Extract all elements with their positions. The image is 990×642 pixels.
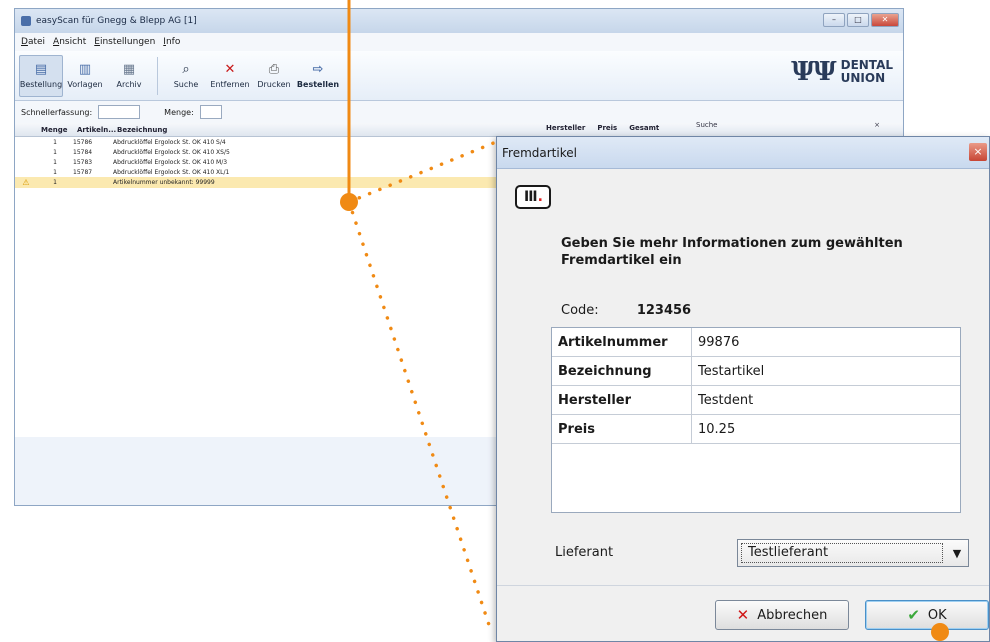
code-label: Code:	[561, 303, 599, 318]
col-preis[interactable]: Preis	[597, 124, 617, 132]
code-line: Code: 123456	[561, 303, 691, 318]
menu-einstellungen[interactable]: Einstellungen	[94, 37, 155, 47]
vorlagen-label: Vorlagen	[67, 79, 103, 89]
row-article: 15787	[73, 168, 93, 176]
row-qty: 1	[53, 148, 57, 156]
preis-field[interactable]: 10.25	[692, 415, 960, 443]
dialog-heading: Geben Sie mehr Informationen zum gewählt…	[561, 236, 903, 268]
field-row: Bezeichnung Testartikel	[552, 357, 960, 386]
suche-button[interactable]: ⌕ Suche	[164, 55, 208, 97]
field-row: Hersteller Testdent	[552, 386, 960, 415]
menu-bar: Datei Ansicht Einstellungen Info	[15, 33, 903, 51]
check-icon: ✔	[907, 606, 920, 624]
order-icon: ▤	[34, 61, 48, 77]
dental-union-logo: ΨΨ DENTAL UNION	[791, 57, 893, 87]
row-article: 15784	[73, 148, 93, 156]
warning-icon: ⚠	[22, 178, 30, 187]
field-row: Preis 10.25	[552, 415, 960, 444]
field-label: Bezeichnung	[552, 357, 692, 385]
lieferant-label: Lieferant	[555, 545, 614, 560]
field-label: Preis	[552, 415, 692, 443]
search-panel-label: Suche	[696, 121, 718, 129]
entfernen-button[interactable]: ✕ Entfernen	[208, 55, 252, 97]
entfernen-label: Entfernen	[210, 79, 250, 89]
search-panel-tab[interactable]: Suche ×	[690, 121, 886, 135]
logo-text-union: UNION	[840, 71, 886, 85]
remove-icon: ✕	[224, 61, 236, 77]
field-row: Artikelnummer 99876	[552, 328, 960, 357]
grid-extra-headers: Hersteller Preis Gesamt	[546, 124, 659, 132]
col-bezeichnung[interactable]: Bezeichnung	[113, 126, 167, 134]
main-titlebar: easyScan für Gnegg & Blepp AG [1] – □ ✕	[15, 9, 903, 33]
vorlagen-button[interactable]: ▥ Vorlagen	[63, 55, 107, 97]
row-qty: 1	[53, 138, 57, 146]
quick-entry-bar: Schnellerfassung: Menge:	[15, 101, 903, 123]
dialog-close-icon[interactable]: ×	[969, 143, 987, 161]
row-article: 15783	[73, 158, 93, 166]
window-controls: – □ ✕	[823, 13, 899, 27]
cancel-button[interactable]: ✕ Abbrechen	[715, 600, 849, 630]
article-fields-table: Artikelnummer 99876 Bezeichnung Testarti…	[551, 327, 961, 513]
send-order-icon: ⇨	[312, 61, 324, 77]
artikelnummer-field[interactable]: 99876	[692, 328, 960, 356]
col-artikelnummer[interactable]: Artikeln...	[73, 126, 116, 134]
menge-label: Menge:	[164, 107, 194, 117]
menu-info[interactable]: Info	[163, 37, 180, 47]
bestellen-label: Bestellen	[296, 79, 340, 89]
row-article: 15786	[73, 138, 93, 146]
dialog-footer: ✕ Abbrechen ✔ OK	[497, 585, 989, 641]
toolbar-separator	[157, 56, 158, 95]
row-qty: 1	[53, 179, 57, 186]
dialog-titlebar: Fremdartikel	[497, 137, 989, 169]
bestellung-button[interactable]: ▤ Bestellung	[19, 54, 63, 97]
toolbar: ▤ Bestellung ▥ Vorlagen ▦ Archiv ⌕ Suche…	[15, 51, 903, 101]
close-icon[interactable]: ✕	[871, 13, 899, 27]
logo-text-dental: DENTAL	[840, 58, 893, 72]
col-gesamt[interactable]: Gesamt	[629, 124, 659, 132]
search-panel-close-icon[interactable]: ×	[874, 121, 880, 135]
ok-label: OK	[927, 607, 947, 623]
lieferant-value: Testlieferant	[741, 543, 943, 563]
fremdartikel-dialog: Fremdartikel × III. Geben Sie mehr Infor…	[496, 136, 990, 642]
archive-icon: ▦	[122, 61, 136, 77]
minimize-icon[interactable]: –	[823, 13, 845, 27]
archiv-button[interactable]: ▦ Archiv	[107, 55, 151, 97]
row-qty: 1	[53, 158, 57, 166]
main-window-title: easyScan für Gnegg & Blepp AG [1]	[36, 16, 197, 26]
col-menge[interactable]: Menge	[37, 126, 73, 134]
menu-ansicht[interactable]: Ansicht	[53, 37, 86, 47]
field-label: Hersteller	[552, 386, 692, 414]
schnellerfassung-label: Schnellerfassung:	[21, 107, 93, 117]
cancel-label: Abbrechen	[757, 607, 828, 623]
field-label: Artikelnummer	[552, 328, 692, 356]
dialog-title: Fremdartikel	[502, 145, 577, 160]
logo-mark: ΨΨ	[791, 57, 837, 87]
bezeichnung-field[interactable]: Testartikel	[692, 357, 960, 385]
row-qty: 1	[53, 168, 57, 176]
bestellen-button[interactable]: ⇨ Bestellen	[296, 55, 340, 97]
drucken-label: Drucken	[257, 79, 291, 89]
app-logo-icon: III.	[515, 185, 551, 209]
hersteller-field[interactable]: Testdent	[692, 386, 960, 414]
search-icon: ⌕	[182, 61, 190, 77]
archiv-label: Archiv	[116, 79, 142, 89]
menu-datei[interactable]: Datei	[21, 37, 45, 47]
lieferant-select[interactable]: Testlieferant ▼	[737, 539, 969, 567]
bestellung-label: Bestellung	[19, 79, 63, 89]
menge-input[interactable]	[199, 105, 222, 119]
ok-button[interactable]: ✔ OK	[865, 600, 989, 630]
maximize-icon[interactable]: □	[847, 13, 869, 27]
app-icon	[21, 16, 31, 26]
chevron-down-icon[interactable]: ▼	[946, 547, 968, 560]
col-hersteller[interactable]: Hersteller	[546, 124, 585, 132]
templates-icon: ▥	[78, 61, 92, 77]
drucken-button[interactable]: ⎙ Drucken	[252, 55, 296, 97]
suche-label: Suche	[173, 79, 199, 89]
print-icon: ⎙	[268, 61, 280, 77]
code-value: 123456	[636, 303, 692, 318]
schnellerfassung-input[interactable]	[98, 105, 141, 119]
cancel-icon: ✕	[736, 606, 750, 624]
